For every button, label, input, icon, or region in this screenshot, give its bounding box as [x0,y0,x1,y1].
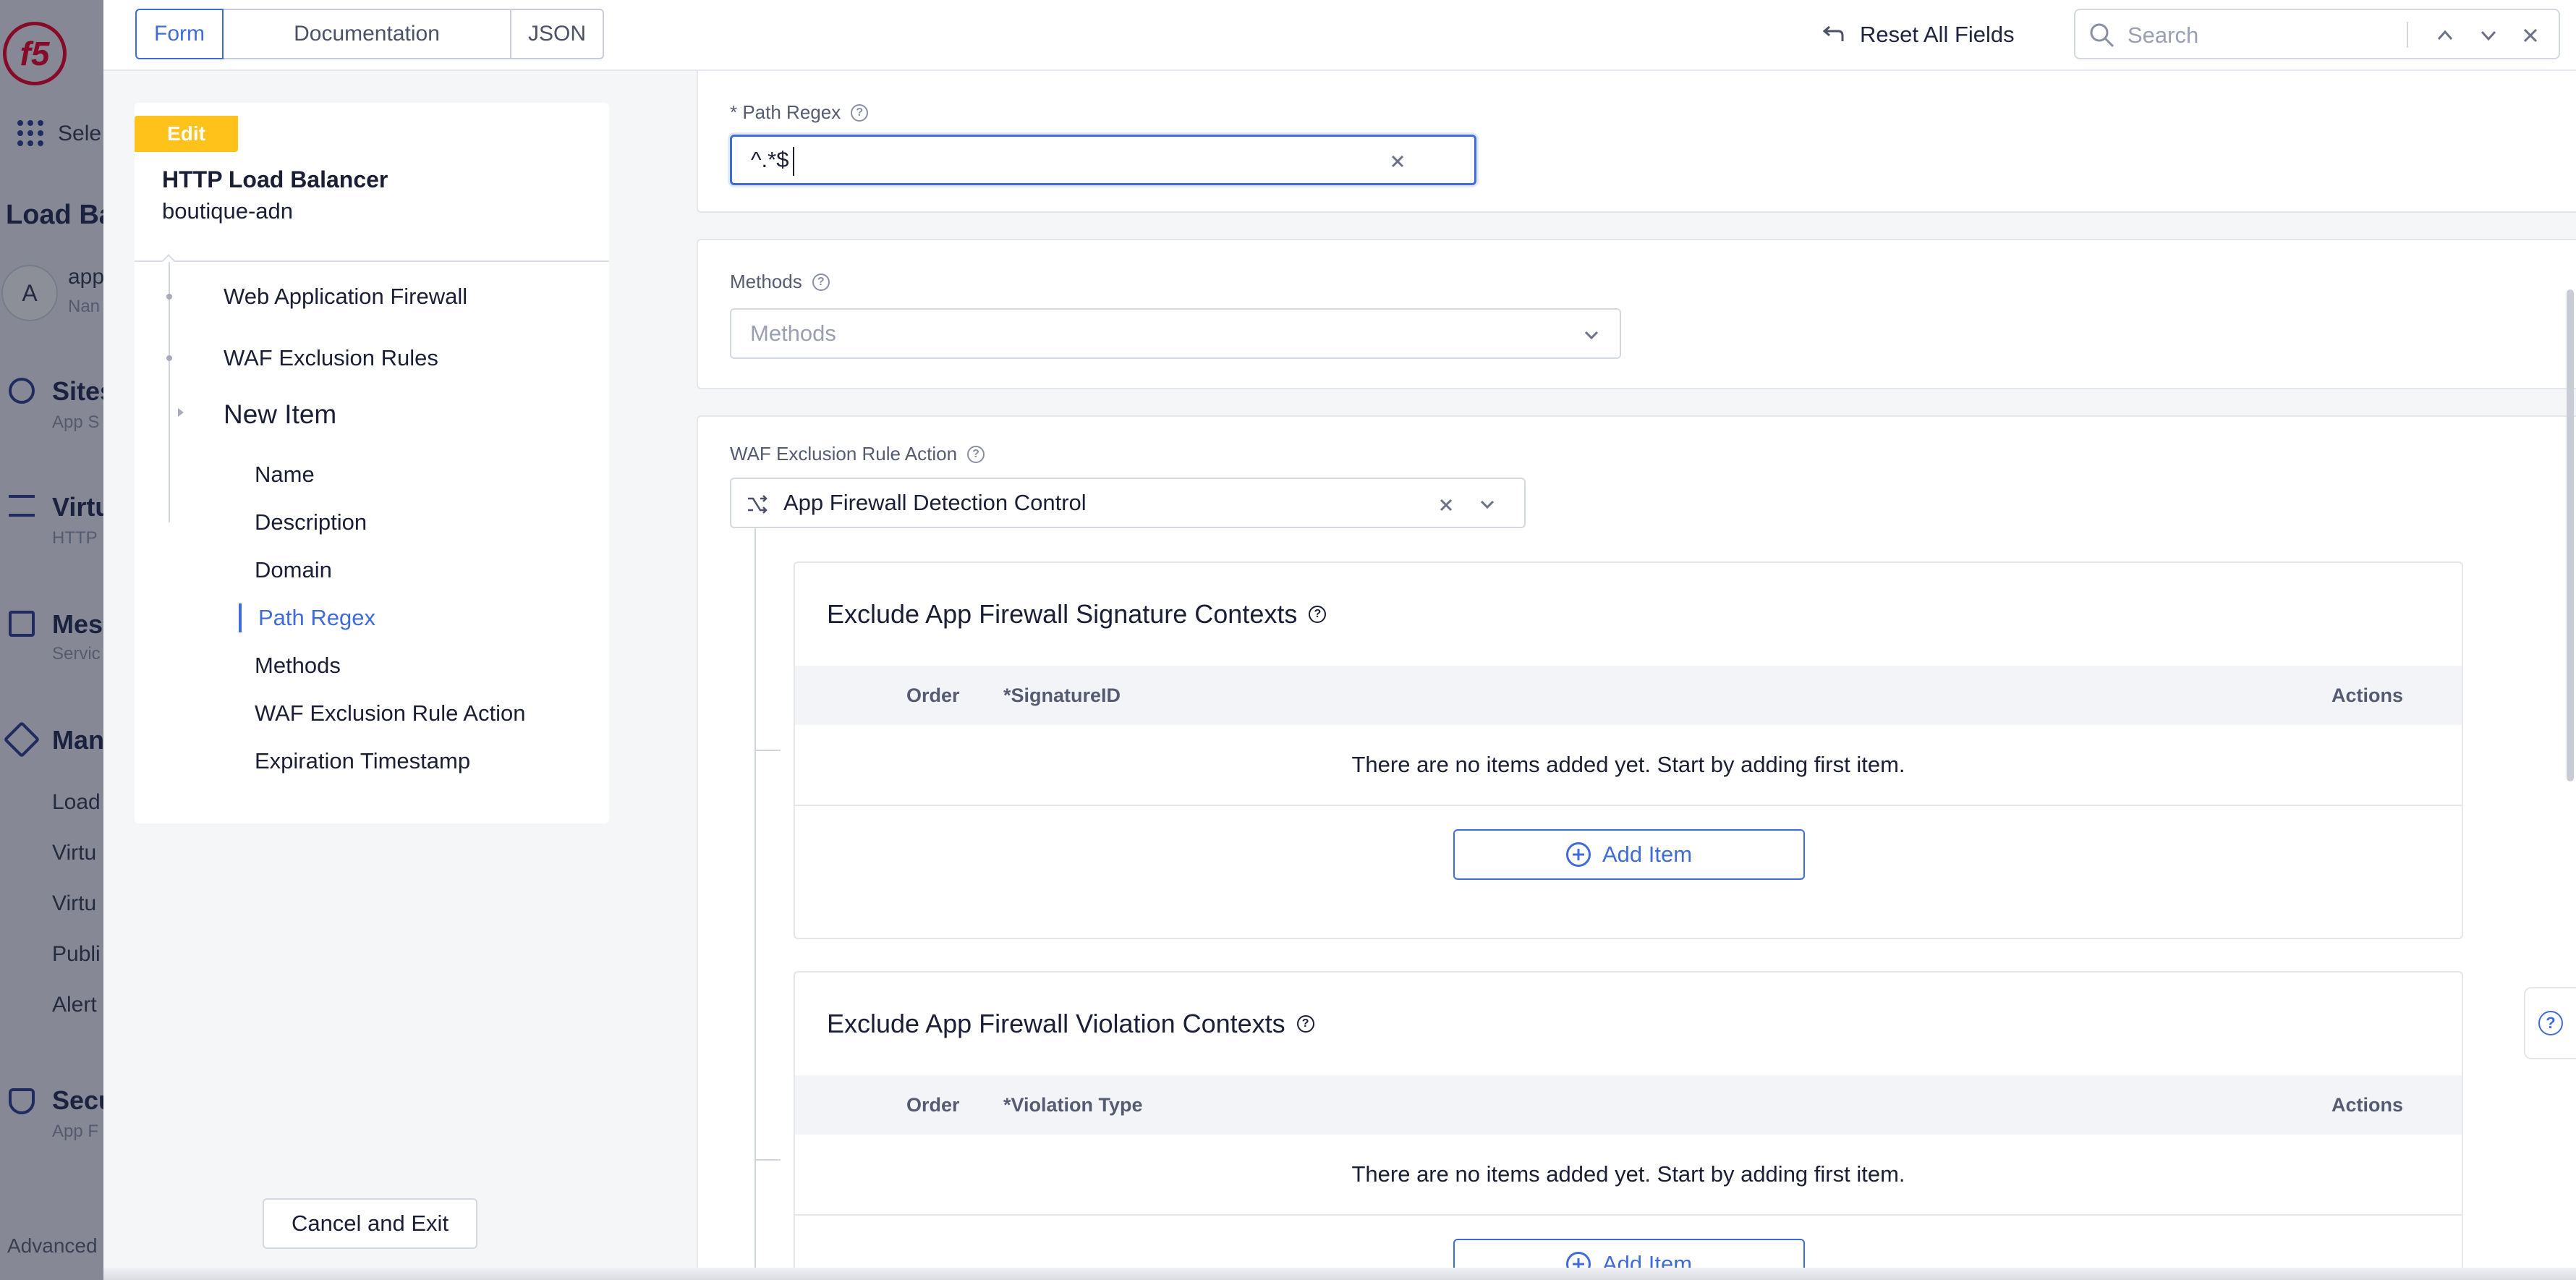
violation-contexts-card: Exclude App Firewall Violation Contexts … [794,971,2463,1280]
clear-icon[interactable] [1389,153,1406,170]
path-regex-input[interactable]: ^.*$ [730,135,1476,185]
nav-methods[interactable]: Methods [255,653,341,679]
violation-contexts-title-text: Exclude App Firewall Violation Contexts [827,1009,1285,1038]
path-regex-label-text: * Path Regex [730,101,841,123]
nav-web-application-firewall[interactable]: Web Application Firewall [224,284,467,310]
methods-panel: Methods ? Methods [697,239,2576,389]
signature-contexts-card: Exclude App Firewall Signature Contexts … [794,561,2463,939]
search-divider [2407,22,2408,48]
help-icon: ? [2538,1011,2563,1035]
signature-empty-message: There are no items added yet. Start by a… [795,725,2462,806]
column-violation-type: *Violation Type [1003,1093,1143,1116]
nav-path-regex[interactable]: Path Regex [258,605,375,631]
tree-branch [754,750,781,751]
edit-badge: Edit [135,116,238,152]
clear-icon[interactable] [1437,496,1455,514]
waf-action-label-text: WAF Exclusion Rule Action [730,443,958,465]
chevron-up-icon[interactable] [2434,25,2456,46]
object-type: HTTP Load Balancer [162,166,388,192]
methods-select[interactable]: Methods [730,308,1621,359]
edit-modal: Form Documentation JSON Reset All Fields… [103,0,2576,1280]
tab-form[interactable]: Form [135,9,224,59]
tree-branch [754,1159,781,1161]
signature-contexts-title: Exclude App Firewall Signature Contexts … [827,599,1327,630]
path-regex-value: ^.*$ [751,147,789,172]
column-signature-id: *SignatureID [1003,684,1121,706]
signature-contexts-title-text: Exclude App Firewall Signature Contexts [827,599,1298,629]
help-icon[interactable]: ? [812,273,830,291]
waf-action-panel: WAF Exclusion Rule Action ? App Firewall… [697,415,2576,1280]
object-name: boutique-adn [162,198,293,224]
background-app-nav: f5 Sele Load Ba A app Nan Sites App S Vi… [0,0,103,1280]
nav-name[interactable]: Name [255,462,315,488]
nav-dot [166,294,172,300]
text-cursor [793,147,794,176]
column-order: Order [906,1093,960,1116]
nav-new-item[interactable]: New Item [224,399,336,430]
card-divider [135,260,609,262]
nav-dot [166,355,172,361]
help-icon[interactable]: ? [967,445,985,463]
scrollbar-thumb[interactable] [2567,289,2574,781]
undo-icon [1822,25,1844,41]
nav-waf-exclusion-rule-action[interactable]: WAF Exclusion Rule Action [255,700,525,726]
nav-domain[interactable]: Domain [255,557,332,583]
chevron-down-icon[interactable] [1478,495,1497,514]
chevron-down-icon [1584,331,1599,340]
help-icon[interactable]: ? [851,103,869,122]
shuffle-icon [748,495,768,514]
tab-documentation[interactable]: Documentation [222,9,511,59]
cancel-and-exit-button[interactable]: Cancel and Exit [263,1198,477,1249]
path-regex-panel: * Path Regex ? ^.*$ [697,71,2576,213]
methods-label-text: Methods [730,271,802,292]
column-order: Order [906,684,960,706]
signature-table-header: Order *SignatureID Actions [795,666,2462,725]
violation-contexts-title: Exclude App Firewall Violation Contexts … [827,1009,1314,1039]
nav-tree-line [169,262,170,522]
violation-table-header: Order *Violation Type Actions [795,1075,2462,1135]
search-placeholder: Search [2127,22,2199,48]
caret-right-icon [178,408,184,417]
add-signature-label: Add Item [1602,842,1693,867]
help-icon[interactable]: ? [1309,606,1327,623]
help-icon[interactable]: ? [1296,1015,1314,1033]
nav-waf-exclusion-rules[interactable]: WAF Exclusion Rules [224,345,438,371]
help-panel-toggle[interactable]: ? [2524,987,2576,1059]
bottom-shadow [103,1268,2576,1280]
path-regex-label: * Path Regex ? [730,101,869,124]
reset-all-button[interactable]: Reset All Fields [1821,14,2015,55]
chevron-down-icon[interactable] [2478,25,2499,46]
modal-overlay [0,0,103,1280]
column-actions: Actions [2331,1093,2404,1116]
methods-placeholder: Methods [750,321,836,346]
waf-action-value: App Firewall Detection Control [783,490,1087,515]
waf-action-select[interactable]: App Firewall Detection Control [730,478,1526,528]
search-icon [2090,23,2114,48]
plus-circle-icon [1565,842,1591,867]
add-signature-button[interactable]: Add Item [1453,829,1805,880]
column-actions: Actions [2331,684,2404,706]
nav-description[interactable]: Description [255,509,367,535]
modal-toolbar: Form Documentation JSON Reset All Fields… [103,0,2576,71]
active-indicator [239,603,242,632]
methods-label: Methods ? [730,271,830,293]
reset-label: Reset All Fields [1860,22,2015,47]
object-nav-card: Edit HTTP Load Balancer boutique-adn Web… [135,103,609,823]
tree-connector [754,528,756,1280]
tab-json[interactable]: JSON [510,9,604,59]
waf-action-label: WAF Exclusion Rule Action ? [730,443,985,465]
close-icon[interactable] [2521,26,2540,45]
search-input[interactable]: Search [2074,9,2560,59]
violation-empty-message: There are no items added yet. Start by a… [795,1135,2462,1216]
nav-expiration-timestamp[interactable]: Expiration Timestamp [255,748,470,774]
